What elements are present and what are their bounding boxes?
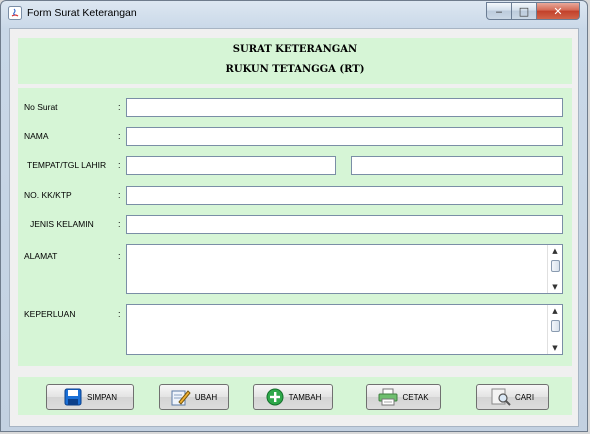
java-app-icon <box>8 6 22 20</box>
close-button[interactable]: ✕ <box>537 2 580 20</box>
tgl-lahir-input[interactable] <box>351 156 563 175</box>
colon: : <box>118 251 121 261</box>
cetak-button[interactable]: CETAK <box>366 384 441 410</box>
keperluan-scrollbar[interactable]: ▲ ▼ <box>547 305 562 354</box>
no-surat-label: No Surat <box>24 102 58 112</box>
window-title: Form Surat Keterangan <box>27 7 137 19</box>
cari-label: CARI <box>514 392 535 402</box>
minimize-button[interactable]: ‒ <box>486 2 512 20</box>
edit-icon <box>171 390 191 406</box>
simpan-label: SIMPAN <box>86 392 118 402</box>
colon: : <box>118 102 121 112</box>
cetak-label: CETAK <box>402 392 429 402</box>
colon: : <box>118 190 121 200</box>
tempat-tgl-lahir-label: TEMPAT/TGL LAHIR <box>27 160 107 170</box>
alamat-label: ALAMAT <box>24 251 58 261</box>
close-icon: ✕ <box>553 4 563 18</box>
scroll-down-icon[interactable]: ▼ <box>548 344 562 352</box>
nama-label: NAMA <box>24 131 49 141</box>
jenis-kelamin-input[interactable] <box>126 215 563 234</box>
no-kk-ktp-label: NO. KK/KTP <box>24 190 72 200</box>
maximize-icon: □ <box>518 4 530 18</box>
alamat-textarea[interactable]: ▲ ▼ <box>126 244 563 294</box>
printer-icon <box>378 388 398 406</box>
ubah-label: UBAH <box>194 392 218 402</box>
tambah-label: TAMBAH <box>288 392 322 402</box>
title-bar[interactable]: Form Surat Keterangan ‒ □ ✕ <box>1 1 587 28</box>
jenis-kelamin-label: JENIS KELAMIN <box>30 219 94 229</box>
tambah-button[interactable]: TAMBAH <box>253 384 333 410</box>
colon: : <box>118 219 121 229</box>
minimize-icon: ‒ <box>495 4 503 18</box>
header-subtitle: RUKUN TETANGGA (RT) <box>225 64 365 75</box>
maximize-button[interactable]: □ <box>512 2 537 20</box>
nama-input[interactable] <box>126 127 563 146</box>
no-kk-ktp-input[interactable] <box>126 186 563 205</box>
save-icon <box>64 388 82 406</box>
ubah-button[interactable]: UBAH <box>159 384 229 410</box>
simpan-button[interactable]: SIMPAN <box>46 384 134 410</box>
no-surat-input[interactable] <box>126 98 563 117</box>
header-title: SURAT KETERANGAN <box>232 44 358 55</box>
alamat-scrollbar[interactable]: ▲ ▼ <box>547 245 562 293</box>
colon: : <box>118 131 121 141</box>
colon: : <box>118 309 121 319</box>
scroll-thumb[interactable] <box>551 320 560 332</box>
scroll-thumb[interactable] <box>551 260 560 272</box>
tempat-lahir-input[interactable] <box>126 156 336 175</box>
search-icon <box>491 388 511 406</box>
scroll-down-icon[interactable]: ▼ <box>548 283 562 291</box>
window-controls: ‒ □ ✕ <box>486 2 580 21</box>
keperluan-label: KEPERLUAN <box>24 309 76 319</box>
scroll-up-icon[interactable]: ▲ <box>548 307 562 315</box>
colon: : <box>118 160 121 170</box>
add-icon <box>266 388 284 406</box>
scroll-up-icon[interactable]: ▲ <box>548 247 562 255</box>
cari-button[interactable]: CARI <box>476 384 549 410</box>
header-panel: SURAT KETERANGAN RUKUN TETANGGA (RT) <box>18 38 572 84</box>
keperluan-textarea[interactable]: ▲ ▼ <box>126 304 563 355</box>
